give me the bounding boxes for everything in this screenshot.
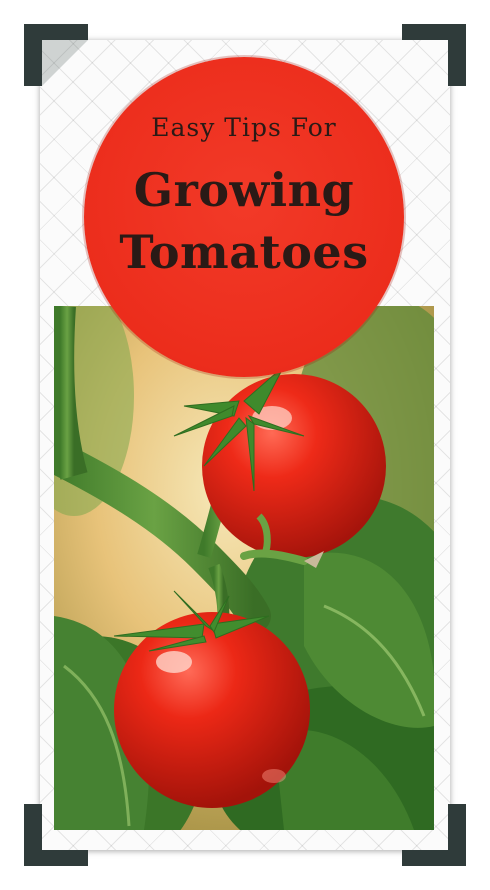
title-text-growing: Growing	[133, 163, 355, 217]
title-badge: Easy Tips For Growing Tomatoes	[84, 57, 404, 377]
photo-corner-bottom-left	[24, 802, 88, 866]
title-text-tomatoes: Tomatoes	[119, 225, 369, 279]
tomato-photo	[54, 306, 434, 830]
photo-corner-bottom-right	[402, 802, 466, 866]
photo-corner-top-left	[24, 24, 88, 88]
photo-corner-top-right	[402, 24, 466, 88]
subtitle-text: Easy Tips For	[151, 113, 337, 142]
